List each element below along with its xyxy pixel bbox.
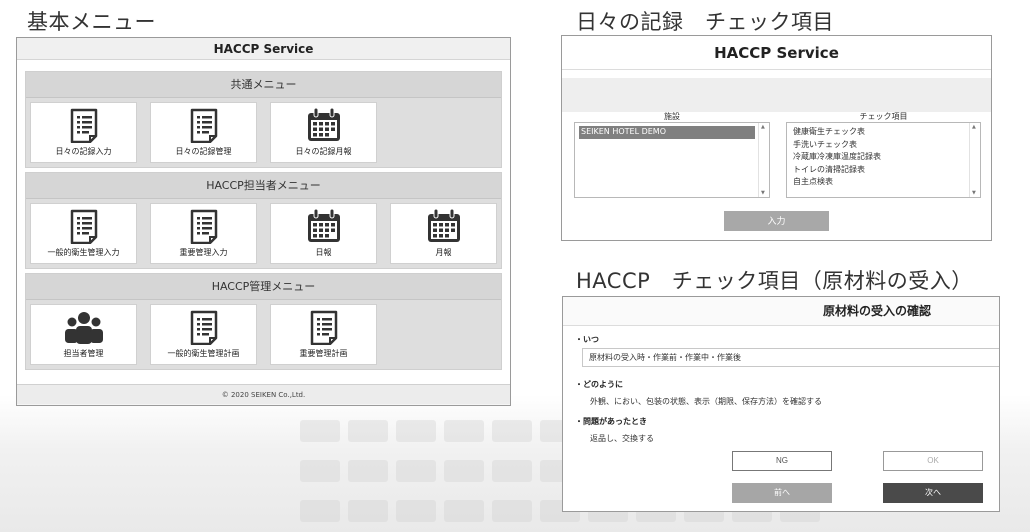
app-header: HACCP Service: [17, 38, 510, 60]
menu-body: 共通メニュー 日々の記録入力 日々の記録管理 日々の記録月報 HACCP担当者メ…: [17, 60, 510, 384]
tile-monthly-report[interactable]: 月報: [390, 203, 497, 264]
tile-label: 日報: [315, 248, 332, 257]
scroll-down-icon[interactable]: ▼: [761, 190, 765, 196]
menu-group-common: 共通メニュー 日々の記録入力 日々の記録管理 日々の記録月報: [25, 71, 502, 168]
app-header: HACCP Service: [562, 36, 991, 70]
check-item-option[interactable]: 健康衛生チェック表: [793, 126, 966, 139]
ng-button[interactable]: NG: [732, 451, 832, 471]
check-item-label: チェック項目: [859, 112, 908, 121]
next-button[interactable]: 次へ: [883, 483, 983, 503]
tile-label: 担当者管理: [63, 349, 104, 358]
calendar-icon: [307, 107, 340, 141]
tile-label: 日々の記録管理: [175, 147, 232, 156]
how-label: ・どのように: [575, 380, 623, 389]
calendar-icon: [307, 208, 340, 242]
scroll-up-icon[interactable]: ▲: [761, 124, 765, 130]
header-band: [562, 78, 991, 112]
tile-label: 月報: [435, 248, 452, 257]
tile-label: 日々の記録入力: [55, 147, 112, 156]
when-label: ・いつ: [575, 335, 599, 344]
check-item-scrollbar[interactable]: ▲ ▼: [969, 123, 980, 197]
basic-menu-screen: HACCP Service 共通メニュー 日々の記録入力 日々の記録管理 日々の…: [16, 37, 511, 406]
check-item-listbox[interactable]: 健康衛生チェック表 手洗いチェック表 冷蔵庫冷凍庫温度記録表 トイレの清掃記録表…: [786, 122, 981, 198]
tile-daily-record-monthly[interactable]: 日々の記録月報: [270, 102, 377, 163]
facility-label: 施設: [664, 112, 680, 121]
document-icon: [190, 209, 217, 244]
daily-check-screen: HACCP Service 施設 SEIKEN HOTEL DEMO ▲ ▼ チェ…: [561, 35, 992, 241]
tile-daily-record-input[interactable]: 日々の記録入力: [30, 102, 137, 163]
section-title-basic-menu: 基本メニュー: [27, 10, 156, 34]
check-item-option[interactable]: 冷蔵庫冷凍庫温度記録表: [793, 151, 966, 164]
document-icon: [70, 108, 97, 143]
prev-button[interactable]: 前へ: [732, 483, 832, 503]
scroll-up-icon[interactable]: ▲: [972, 124, 976, 130]
haccp-check-screen: 原材料の受入の確認 ・いつ 原材料の受入時・作業前・作業中・作業後 ・どのように…: [562, 296, 1000, 512]
document-icon: [190, 310, 217, 345]
document-icon: [190, 108, 217, 143]
copyright-footer: © 2020 SEIKEN Co.,Ltd.: [17, 384, 510, 404]
tile-daily-record-manage[interactable]: 日々の記録管理: [150, 102, 257, 163]
problem-text: 返品し、交換する: [590, 434, 654, 443]
tile-label: 日々の記録月報: [295, 147, 352, 156]
tile-label: 重要管理計画: [299, 349, 348, 358]
menu-group-title: HACCP担当者メニュー: [26, 173, 501, 199]
tile-general-hygiene-plan[interactable]: 一般的衛生管理計画: [150, 304, 257, 365]
enter-button[interactable]: 入力: [724, 211, 829, 231]
menu-group-haccp-admin: HACCP管理メニュー 担当者管理 一般的衛生管理計画 重要管理計画: [25, 273, 502, 370]
section-title-daily-check: 日々の記録 チェック項目: [576, 10, 834, 34]
facility-listbox[interactable]: SEIKEN HOTEL DEMO ▲ ▼: [574, 122, 770, 198]
document-icon: [310, 310, 337, 345]
users-icon: [64, 312, 103, 344]
tile-staff-management[interactable]: 担当者管理: [30, 304, 137, 365]
check-item-option[interactable]: 手洗いチェック表: [793, 139, 966, 152]
tile-general-hygiene-input[interactable]: 一般的衛生管理入力: [30, 203, 137, 264]
check-item-option[interactable]: 自主点検表: [793, 176, 966, 189]
how-text: 外観、におい、包装の状態、表示（期限、保存方法）を確認する: [590, 397, 822, 406]
facility-scrollbar[interactable]: ▲ ▼: [758, 123, 769, 197]
check-title: 原材料の受入の確認: [563, 297, 999, 326]
tile-label: 重要管理入力: [179, 248, 228, 257]
menu-group-title: 共通メニュー: [26, 72, 501, 98]
calendar-icon: [427, 208, 460, 242]
tile-daily-report[interactable]: 日報: [270, 203, 377, 264]
scroll-down-icon[interactable]: ▼: [972, 190, 976, 196]
check-item-option[interactable]: トイレの清掃記録表: [793, 164, 966, 177]
ok-button[interactable]: OK: [883, 451, 983, 471]
menu-group-title: HACCP管理メニュー: [26, 274, 501, 300]
facility-option[interactable]: SEIKEN HOTEL DEMO: [579, 126, 755, 139]
tile-critical-control-input[interactable]: 重要管理入力: [150, 203, 257, 264]
tile-label: 一般的衛生管理入力: [47, 248, 120, 257]
problem-label: ・問題があったとき: [575, 417, 647, 426]
when-field[interactable]: 原材料の受入時・作業前・作業中・作業後: [582, 348, 999, 367]
section-title-haccp-check: HACCP チェック項目（原材料の受入）: [576, 269, 973, 293]
document-icon: [70, 209, 97, 244]
menu-group-haccp-staff: HACCP担当者メニュー 一般的衛生管理入力 重要管理入力 日報 月報: [25, 172, 502, 269]
tile-label: 一般的衛生管理計画: [167, 349, 240, 358]
tile-critical-control-plan[interactable]: 重要管理計画: [270, 304, 377, 365]
